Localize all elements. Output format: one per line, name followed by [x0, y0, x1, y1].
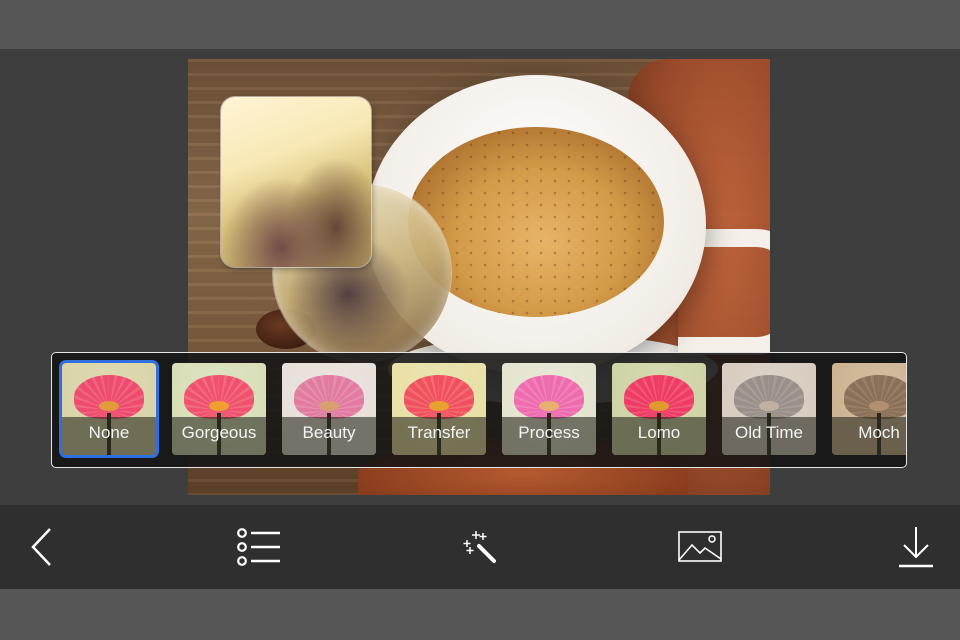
filter-label: Gorgeous: [181, 423, 257, 442]
filter-option-none[interactable]: None: [62, 363, 156, 455]
flower-center: [649, 401, 669, 411]
chevron-left-icon: [31, 528, 51, 566]
filter-label: Process: [518, 423, 580, 442]
filter-label: Beauty: [302, 423, 356, 442]
magic-wand-icon: [463, 531, 496, 563]
flower-center: [869, 401, 889, 411]
filter-option-transfer[interactable]: Transfer: [392, 363, 486, 455]
filter-option-lomo[interactable]: Lomo: [612, 363, 706, 455]
rounded-rect-photo-frame[interactable]: [221, 97, 371, 267]
list-icon: [237, 528, 280, 566]
image-icon: [678, 531, 722, 562]
filter-option-moch[interactable]: Moch: [832, 363, 906, 455]
bottom-bar: [0, 589, 960, 640]
filter-option-gorgeous[interactable]: Gorgeous: [172, 363, 266, 455]
frames-list-button[interactable]: [232, 505, 286, 589]
flower-center: [209, 401, 229, 411]
filter-label: Old Time: [734, 423, 804, 442]
flower-center: [539, 401, 559, 411]
download-icon: [899, 527, 933, 568]
filter-strip[interactable]: None Gorgeous Beauty Transfer Process Lomo Old…: [62, 363, 906, 459]
filter-option-process[interactable]: Process: [502, 363, 596, 455]
flower-center: [429, 401, 449, 411]
filter-option-old-time[interactable]: Old Time: [722, 363, 816, 455]
filter-label: None: [88, 423, 130, 442]
bottom-toolbar: [0, 505, 960, 589]
flower-image: [844, 375, 906, 419]
filter-label: Moch: [858, 423, 900, 442]
filter-label: Lomo: [637, 423, 681, 442]
filter-label: Transfer: [407, 423, 471, 442]
back-button[interactable]: [22, 505, 62, 589]
flower-center: [99, 401, 119, 411]
background-image-button[interactable]: [676, 505, 724, 589]
flower-center: [319, 401, 339, 411]
filter-panel: None Gorgeous Beauty Transfer Process Lomo Old…: [51, 352, 907, 468]
filter-option-beauty[interactable]: Beauty: [282, 363, 376, 455]
top-bar: [0, 0, 960, 49]
flower-center: [759, 401, 779, 411]
effects-button[interactable]: [456, 505, 504, 589]
save-button[interactable]: [894, 505, 938, 589]
